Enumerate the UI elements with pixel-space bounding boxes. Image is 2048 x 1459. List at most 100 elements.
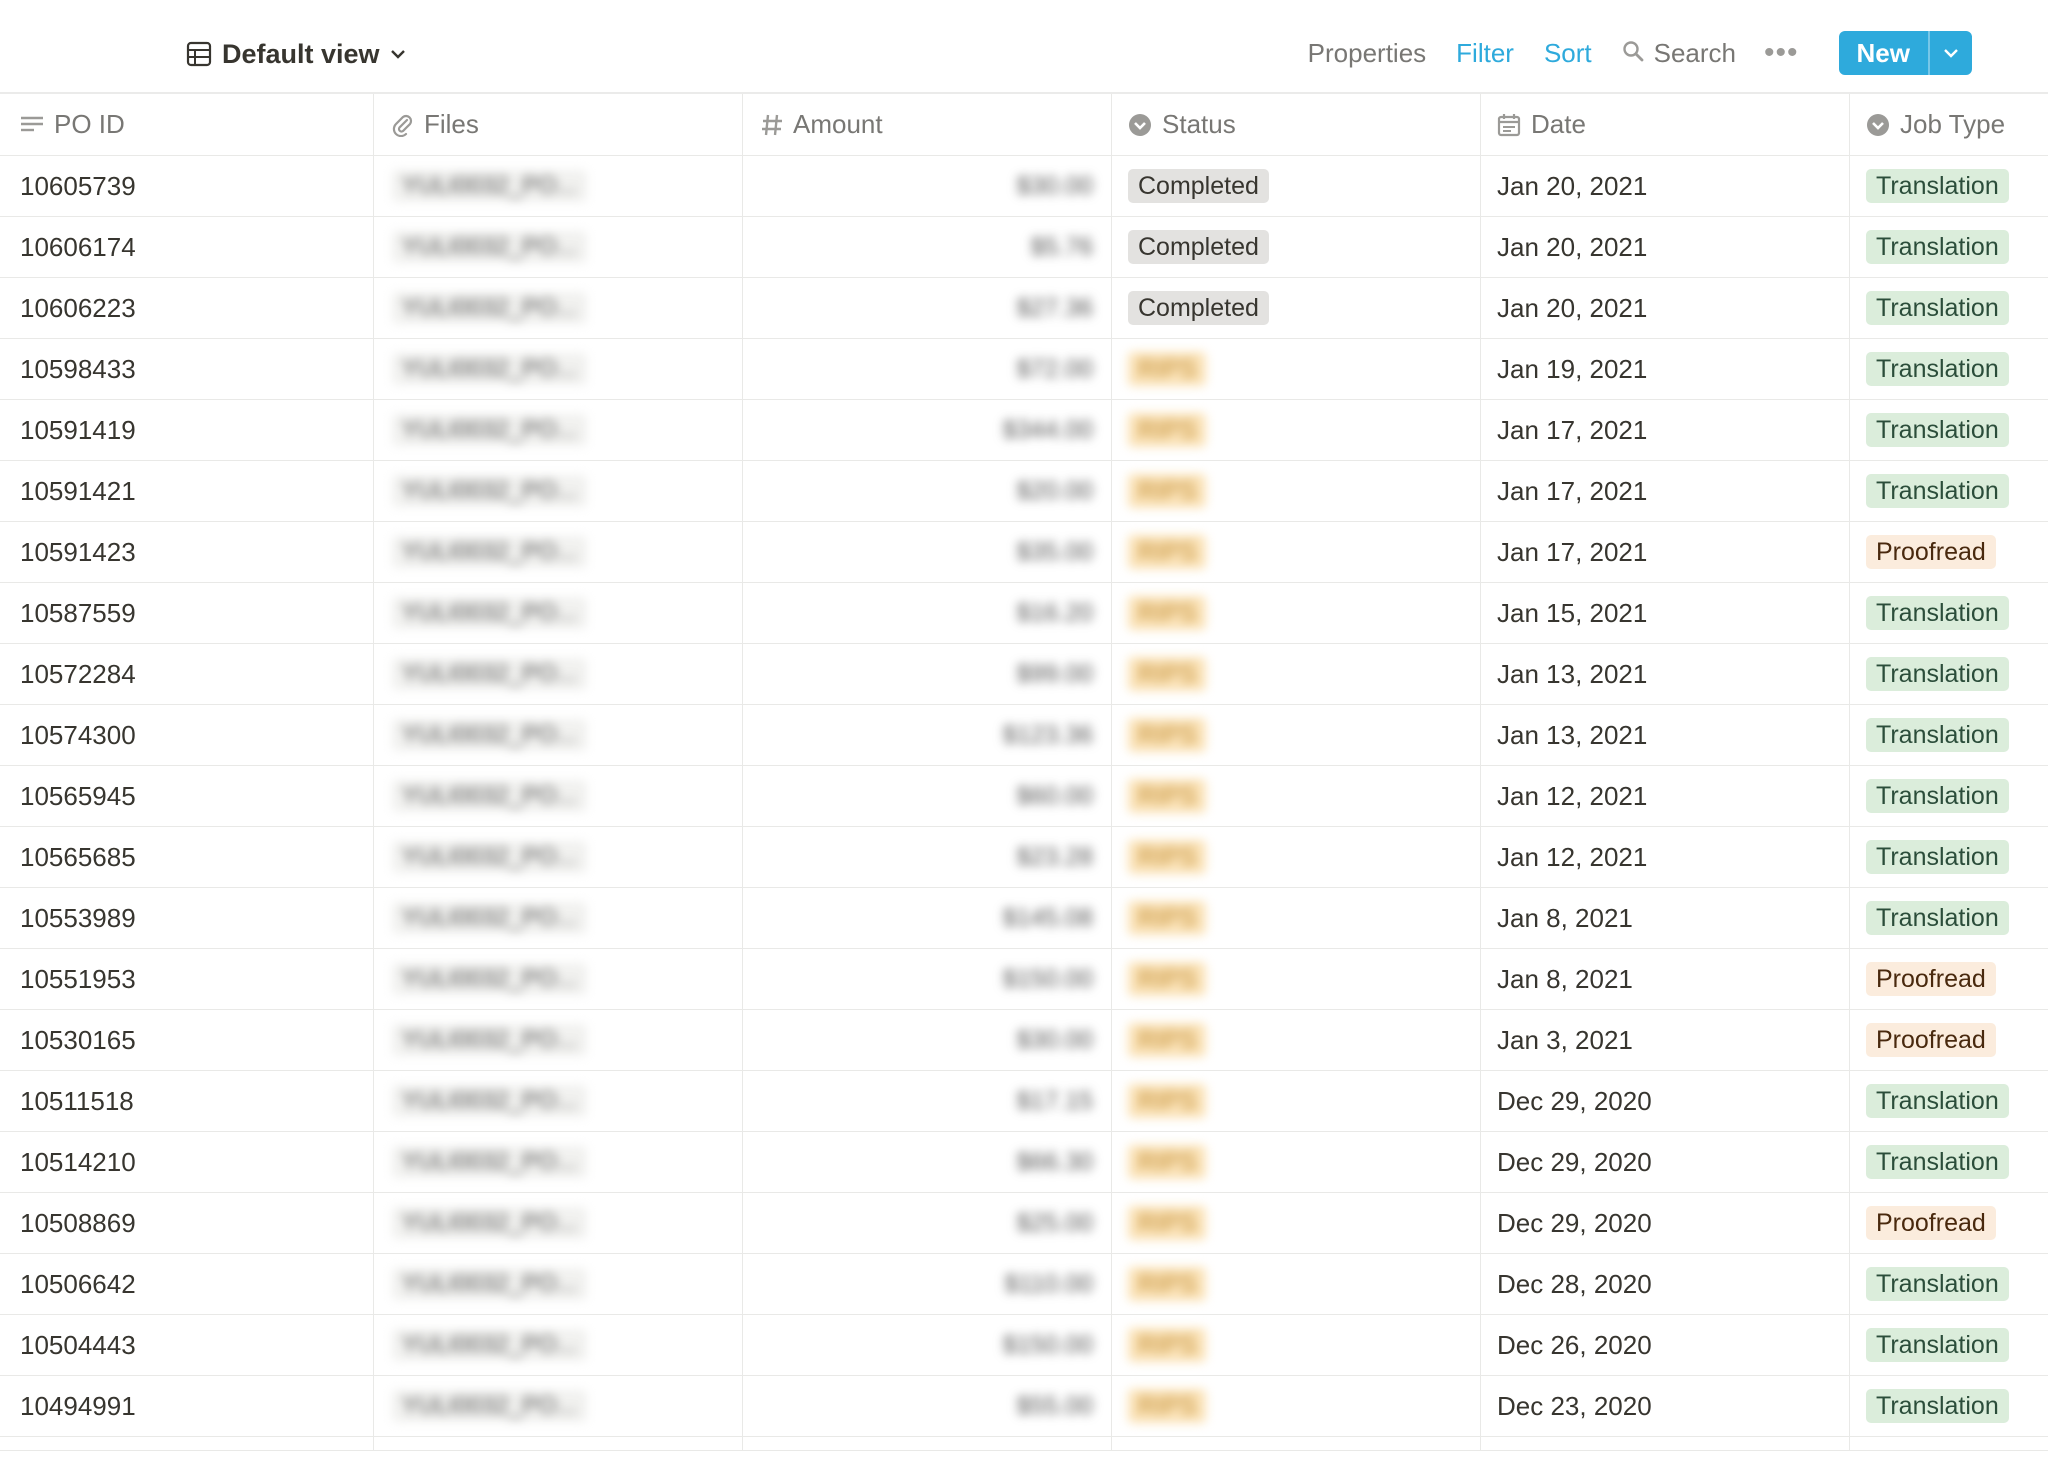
properties-button[interactable]: Properties	[1308, 38, 1427, 69]
file-attachment[interactable]: YULI0032_PO...	[392, 780, 587, 812]
status-cell[interactable]: RIPS	[1112, 705, 1481, 765]
file-attachment[interactable]: YULI0032_PO...	[392, 475, 587, 507]
table-row[interactable]: 10553989 YULI0032_PO... $145.08 RIPS Jan 8, …	[0, 888, 2048, 949]
amount-cell[interactable]: $17.15	[743, 1071, 1112, 1131]
status-cell[interactable]: RIPS	[1112, 400, 1481, 460]
po-id-cell[interactable]: 10511518	[0, 1071, 374, 1131]
po-id-cell[interactable]: 10553989	[0, 888, 374, 948]
files-cell[interactable]: YULI0032_PO...	[374, 1010, 743, 1070]
table-row[interactable]: 10591419 YULI0032_PO... $344.00 RIPS Jan 17,…	[0, 400, 2048, 461]
file-attachment[interactable]: YULI0032_PO...	[392, 597, 587, 629]
date-cell[interactable]: Jan 3, 2021	[1481, 1010, 1850, 1070]
status-cell[interactable]: Completed	[1112, 217, 1481, 277]
files-cell[interactable]: YULI0032_PO...	[374, 949, 743, 1009]
amount-cell[interactable]: $27.36	[743, 278, 1112, 338]
file-attachment[interactable]: YULI0032_PO...	[392, 170, 587, 202]
status-cell[interactable]: RIPS	[1112, 1376, 1481, 1436]
po-id-cell[interactable]: 10598433	[0, 339, 374, 399]
column-header-po-id[interactable]: PO ID	[0, 94, 374, 155]
amount-cell[interactable]: $25.00	[743, 1193, 1112, 1253]
table-row[interactable]: 10591421 YULI0032_PO... $20.00 RIPS Jan 17, …	[0, 461, 2048, 522]
file-attachment[interactable]: YULI0032_PO...	[392, 963, 587, 995]
files-cell[interactable]: YULI0032_PO...	[374, 705, 743, 765]
file-attachment[interactable]: YULI0032_PO...	[392, 414, 587, 446]
date-cell[interactable]: Jan 20, 2021	[1481, 217, 1850, 277]
date-cell[interactable]: Jan 13, 2021	[1481, 644, 1850, 704]
new-button[interactable]: New	[1838, 31, 1972, 75]
po-id-cell[interactable]: 10591423	[0, 522, 374, 582]
new-options-chevron-icon[interactable]	[1928, 31, 1972, 75]
column-header-files[interactable]: Files	[374, 94, 743, 155]
search-button[interactable]: Search	[1622, 38, 1736, 69]
date-cell[interactable]: Dec 29, 2020	[1481, 1071, 1850, 1131]
file-attachment[interactable]: YULI0032_PO...	[392, 536, 587, 568]
table-row[interactable]: 10587559 YULI0032_PO... $16.20 RIPS Jan 15, …	[0, 583, 2048, 644]
files-cell[interactable]: YULI0032_PO...	[374, 1132, 743, 1192]
table-row[interactable]: 10565685 YULI0032_PO... $23.28 RIPS Jan 12, …	[0, 827, 2048, 888]
file-attachment[interactable]: YULI0032_PO...	[392, 658, 587, 690]
table-row[interactable]: 10530165 YULI0032_PO... $30.00 RIPS Jan 3, 2…	[0, 1010, 2048, 1071]
files-cell[interactable]: YULI0032_PO...	[374, 1315, 743, 1375]
status-cell[interactable]: RIPS	[1112, 1193, 1481, 1253]
date-cell[interactable]: Jan 13, 2021	[1481, 705, 1850, 765]
amount-cell[interactable]: $16.20	[743, 583, 1112, 643]
amount-cell[interactable]: $66.30	[743, 1132, 1112, 1192]
file-attachment[interactable]: YULI0032_PO...	[392, 719, 587, 751]
amount-cell[interactable]: $5.76	[743, 217, 1112, 277]
po-id-cell[interactable]: 10565945	[0, 766, 374, 826]
job-type-cell[interactable]: Translation	[1850, 705, 2048, 765]
amount-cell[interactable]: $55.00	[743, 1376, 1112, 1436]
job-type-cell[interactable]: Translation	[1850, 400, 2048, 460]
date-cell[interactable]: Jan 8, 2021	[1481, 949, 1850, 1009]
po-id-cell[interactable]: 10506642	[0, 1254, 374, 1314]
file-attachment[interactable]: YULI0032_PO...	[392, 902, 587, 934]
date-cell[interactable]: Jan 12, 2021	[1481, 827, 1850, 887]
po-id-cell[interactable]: 10514210	[0, 1132, 374, 1192]
po-id-cell[interactable]: 10605739	[0, 156, 374, 216]
filter-button[interactable]: Filter	[1456, 38, 1514, 69]
files-cell[interactable]: YULI0032_PO...	[374, 583, 743, 643]
po-id-cell[interactable]: 10565685	[0, 827, 374, 887]
status-cell[interactable]: RIPS	[1112, 644, 1481, 704]
po-id-cell[interactable]: 10606223	[0, 278, 374, 338]
file-attachment[interactable]: YULI0032_PO...	[392, 841, 587, 873]
amount-cell[interactable]: $123.36	[743, 705, 1112, 765]
status-cell[interactable]: RIPS	[1112, 766, 1481, 826]
job-type-cell[interactable]: Translation	[1850, 156, 2048, 216]
status-cell[interactable]: RIPS	[1112, 1254, 1481, 1314]
po-id-cell[interactable]: 10572284	[0, 644, 374, 704]
column-header-date[interactable]: Date	[1481, 94, 1850, 155]
table-row[interactable]: 10511518 YULI0032_PO... $17.15 RIPS Dec 29, …	[0, 1071, 2048, 1132]
job-type-cell[interactable]: Translation	[1850, 766, 2048, 826]
amount-cell[interactable]: $344.00	[743, 400, 1112, 460]
job-type-cell[interactable]: Proofread	[1850, 949, 2048, 1009]
date-cell[interactable]: Dec 26, 2020	[1481, 1315, 1850, 1375]
status-cell[interactable]: RIPS	[1112, 949, 1481, 1009]
status-cell[interactable]: RIPS	[1112, 339, 1481, 399]
files-cell[interactable]: YULI0032_PO...	[374, 766, 743, 826]
job-type-cell[interactable]: Proofread	[1850, 1010, 2048, 1070]
po-id-cell[interactable]: 10504443	[0, 1315, 374, 1375]
table-row[interactable]: 10598433 YULI0032_PO... $72.00 RIPS Jan 19, …	[0, 339, 2048, 400]
amount-cell[interactable]: $110.00	[743, 1254, 1112, 1314]
date-cell[interactable]: Jan 19, 2021	[1481, 339, 1850, 399]
files-cell[interactable]: YULI0032_PO...	[374, 1071, 743, 1131]
status-cell[interactable]: RIPS	[1112, 1010, 1481, 1070]
po-id-cell[interactable]: 10494991	[0, 1376, 374, 1436]
files-cell[interactable]: YULI0032_PO...	[374, 156, 743, 216]
amount-cell[interactable]: $30.00	[743, 156, 1112, 216]
job-type-cell[interactable]: Translation	[1850, 217, 2048, 277]
table-row[interactable]: 10606174 YULI0032_PO... $5.76 Completed Jan …	[0, 217, 2048, 278]
amount-cell[interactable]: $150.00	[743, 1315, 1112, 1375]
status-cell[interactable]: RIPS	[1112, 583, 1481, 643]
date-cell[interactable]: Jan 8, 2021	[1481, 888, 1850, 948]
amount-cell[interactable]: $23.28	[743, 827, 1112, 887]
table-row[interactable]: 10551953 YULI0032_PO... $150.00 RIPS Jan 8, …	[0, 949, 2048, 1010]
job-type-cell[interactable]: Translation	[1850, 1132, 2048, 1192]
file-attachment[interactable]: YULI0032_PO...	[392, 353, 587, 385]
column-header-amount[interactable]: Amount	[743, 94, 1112, 155]
file-attachment[interactable]: YULI0032_PO...	[392, 1207, 587, 1239]
table-row[interactable]: 10574300 YULI0032_PO... $123.36 RIPS Jan 13,…	[0, 705, 2048, 766]
file-attachment[interactable]: YULI0032_PO...	[392, 292, 587, 324]
amount-cell[interactable]: $72.00	[743, 339, 1112, 399]
